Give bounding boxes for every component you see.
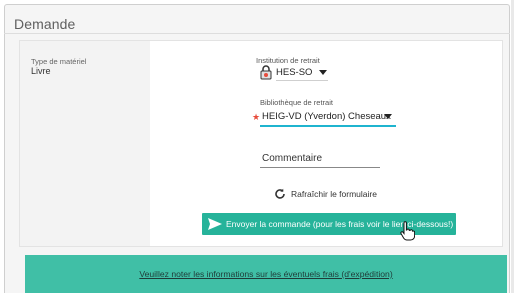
refresh-label: Rafraîchir le formulaire [291,189,377,199]
material-type-column: Type de matériel Livre [20,41,150,246]
institution-selected-value: HES-SO [276,67,313,78]
fees-info-link[interactable]: Veuillez noter les informations sur les … [139,269,392,279]
chevron-down-icon [319,70,327,75]
title-divider [4,33,510,34]
send-order-button[interactable]: Envoyer la commande (pour les frais voir… [202,213,456,235]
fees-notice-banner: Veuillez noter les informations sur les … [25,255,507,293]
send-order-label: Envoyer la commande (pour les frais voir… [226,219,454,229]
bibliotheque-label: Bibliothèque de retrait [260,98,333,107]
material-type-label: Type de matériel [31,57,87,66]
send-icon [208,218,222,230]
bibliotheque-selected-value: HEIG-VD (Yverdon) Cheseaux [262,111,391,122]
comment-placeholder: Commentaire [262,153,323,164]
refresh-form-button[interactable]: Rafraîchir le formulaire [274,187,377,201]
required-star-icon: ★ [252,112,261,122]
comment-input[interactable]: Commentaire [260,152,380,168]
section-title: Demande [14,16,76,32]
institution-select[interactable]: HES-SO [276,64,328,81]
bibliotheque-select[interactable]: HEIG-VD (Yverdon) Cheseaux [260,108,396,127]
lock-icon [260,65,272,80]
refresh-icon [275,188,285,199]
chevron-down-icon [384,114,392,119]
hand-cursor-icon [400,221,415,241]
material-type-value: Livre [31,66,51,76]
